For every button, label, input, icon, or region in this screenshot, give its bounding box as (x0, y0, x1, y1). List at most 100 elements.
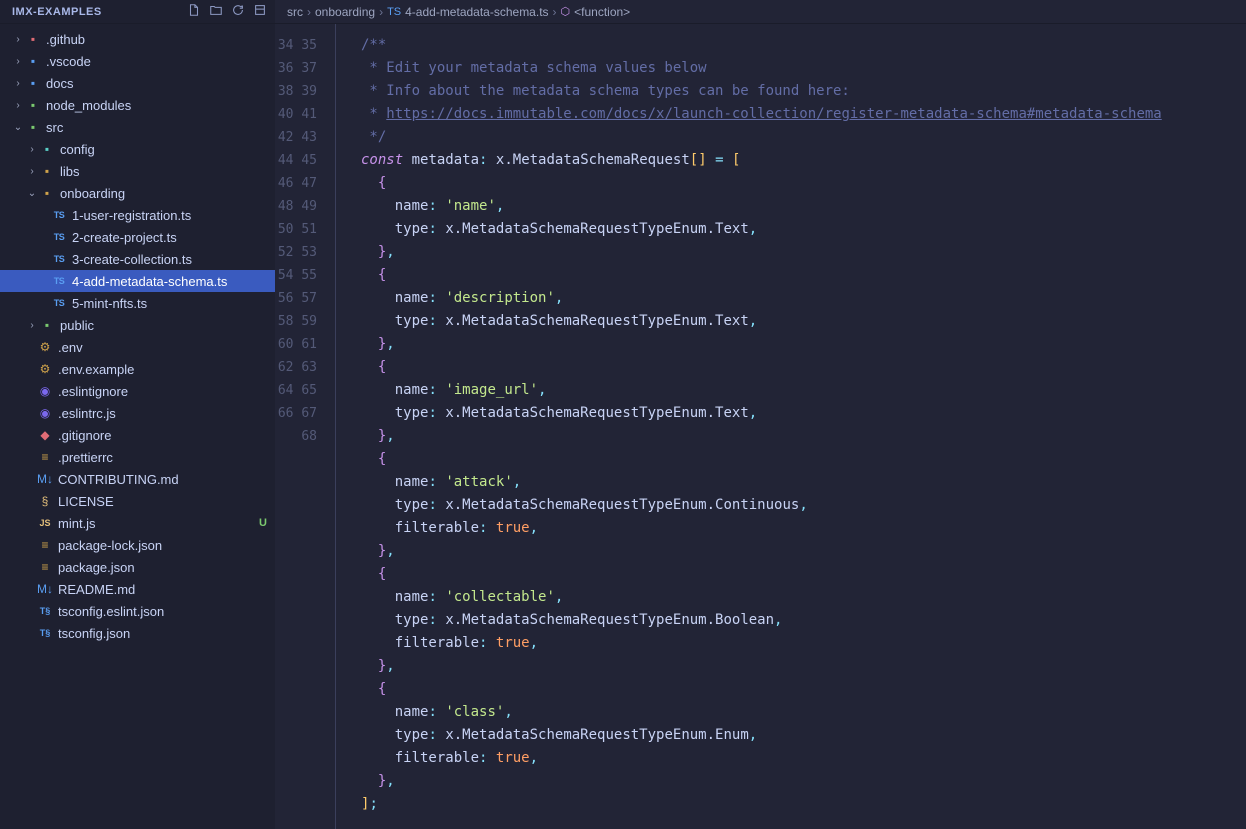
tree-label: 1-user-registration.ts (72, 208, 191, 223)
tree-label: .prettierrc (58, 450, 113, 465)
tree-label: node_modules (46, 98, 131, 113)
crumb-src[interactable]: src (287, 5, 303, 19)
tree-label: libs (60, 164, 80, 179)
code-area[interactable]: /** * Edit your metadata schema values b… (361, 24, 1246, 829)
ts-icon: TS (50, 210, 68, 220)
tree-label: package.json (58, 560, 135, 575)
json-icon: ≡ (36, 450, 54, 464)
tree-label: onboarding (60, 186, 125, 201)
folder-icon: ▪ (24, 98, 42, 112)
tree-folder-src[interactable]: ⌄▪src (0, 116, 275, 138)
tree-file[interactable]: ◉ .eslintignore (0, 380, 275, 402)
chevron-right-icon: › (307, 5, 311, 19)
tree-folder-node[interactable]: ›▪ node_modules (0, 94, 275, 116)
tree-file[interactable]: § LICENSE (0, 490, 275, 512)
tree-folder-config[interactable]: ›▪ config (0, 138, 275, 160)
tree-label: .env.example (58, 362, 134, 377)
explorer-title: IMX-EXAMPLES (12, 6, 102, 18)
top-bar: IMX-EXAMPLES src › onboarding › TS 4-add… (0, 0, 1246, 24)
gear-icon: ⚙ (36, 362, 54, 376)
ts-icon: TS (50, 232, 68, 242)
chevron-right-icon: › (26, 144, 38, 155)
tree-file[interactable]: T§ tsconfig.eslint.json (0, 600, 275, 622)
certificate-icon: § (36, 494, 54, 508)
new-file-icon[interactable] (187, 3, 201, 20)
tree-file[interactable]: TS 5-mint-nfts.ts (0, 292, 275, 314)
ts-icon: TS (50, 298, 68, 308)
tree-label: .gitignore (58, 428, 111, 443)
tree-label: .eslintrc.js (58, 406, 116, 421)
chevron-right-icon: › (12, 78, 24, 89)
tree-file[interactable]: ≡ package.json (0, 556, 275, 578)
folder-open-icon: ▪ (38, 186, 56, 200)
tree-label: tsconfig.eslint.json (58, 604, 164, 619)
fold-gutter (335, 24, 361, 829)
tree-file[interactable]: ≡package-lock.json (0, 534, 275, 556)
tree-file[interactable]: T§ tsconfig.json (0, 622, 275, 644)
folder-icon: ▪ (38, 164, 56, 178)
tree-file[interactable]: ◆ .gitignore (0, 424, 275, 446)
eslint-icon: ◉ (36, 384, 54, 398)
ts-icon: T§ (36, 628, 54, 638)
refresh-icon[interactable] (231, 3, 245, 20)
tree-label: config (60, 142, 95, 157)
tree-label: .eslintignore (58, 384, 128, 399)
main: ›▪.github ›▪.vscode ›▪docs ›▪node_module… (0, 24, 1246, 829)
tree-label: .vscode (46, 54, 91, 69)
tree-folder-docs[interactable]: ›▪ docs (0, 72, 275, 94)
breadcrumbs[interactable]: src › onboarding › TS 4-add-metadata-sch… (275, 0, 1246, 23)
tree-file[interactable]: ≡ .prettierrc (0, 446, 275, 468)
tree-folder-public[interactable]: ›▪public (0, 314, 275, 336)
tree-file[interactable]: M↓README.md (0, 578, 275, 600)
folder-icon: ▪ (38, 318, 56, 332)
json-icon: ≡ (36, 560, 54, 574)
tree-label: mint.js (58, 516, 96, 531)
crumb-onboarding[interactable]: onboarding (315, 5, 375, 19)
tree-folder-libs[interactable]: ›▪ libs (0, 160, 275, 182)
tree-file[interactable]: JSmint.jsU (0, 512, 275, 534)
git-icon: ◆ (36, 428, 54, 442)
tree-file[interactable]: ⚙ .env.example (0, 358, 275, 380)
tree-label: public (60, 318, 94, 333)
tree-file[interactable]: M↓CONTRIBUTING.md (0, 468, 275, 490)
collapse-icon[interactable] (253, 3, 267, 20)
line-gutter: 34 35 36 37 38 39 40 41 42 43 44 45 46 4… (275, 24, 335, 829)
tree-label: docs (46, 76, 73, 91)
tree-file[interactable]: TS2-create-project.ts (0, 226, 275, 248)
tree-label: CONTRIBUTING.md (58, 472, 179, 487)
tree-label: LICENSE (58, 494, 114, 509)
tree-folder-onboarding[interactable]: ⌄▪onboarding (0, 182, 275, 204)
tree-file[interactable]: ⚙.env (0, 336, 275, 358)
explorer-actions (187, 3, 267, 20)
eslint-icon: ◉ (36, 406, 54, 420)
tree-label: tsconfig.json (58, 626, 130, 641)
tree-file[interactable]: TS3-create-collection.ts (0, 248, 275, 270)
markdown-icon: M↓ (36, 582, 54, 596)
folder-icon: ▪ (24, 54, 42, 68)
crumb-symbol[interactable]: <function> (574, 5, 630, 19)
tree-file[interactable]: TS 1-user-registration.ts (0, 204, 275, 226)
tree-folder-vscode[interactable]: ›▪.vscode (0, 50, 275, 72)
tree-folder-github[interactable]: ›▪.github (0, 28, 275, 50)
folder-icon: ▪ (38, 142, 56, 156)
tree-file-active[interactable]: TS4-add-metadata-schema.ts (0, 270, 275, 292)
chevron-right-icon: › (553, 5, 557, 19)
file-explorer[interactable]: ›▪.github ›▪.vscode ›▪docs ›▪node_module… (0, 24, 275, 829)
crumb-file[interactable]: 4-add-metadata-schema.ts (405, 5, 548, 19)
tree-file[interactable]: ◉ .eslintrc.js (0, 402, 275, 424)
editor[interactable]: 34 35 36 37 38 39 40 41 42 43 44 45 46 4… (275, 24, 1246, 829)
folder-open-icon: ▪ (24, 120, 42, 134)
tree-label: .github (46, 32, 85, 47)
new-folder-icon[interactable] (209, 3, 223, 20)
tree-label: 3-create-collection.ts (72, 252, 192, 267)
chevron-right-icon: › (26, 166, 38, 177)
tree-label: src (46, 120, 63, 135)
folder-icon: ▪ (24, 76, 42, 90)
ts-icon: TS (387, 6, 401, 18)
tree-label: 5-mint-nfts.ts (72, 296, 147, 311)
gear-icon: ⚙ (36, 340, 54, 354)
chevron-right-icon: › (12, 100, 24, 111)
ts-icon: TS (50, 276, 68, 286)
js-icon: JS (36, 518, 54, 528)
ts-icon: T§ (36, 606, 54, 616)
